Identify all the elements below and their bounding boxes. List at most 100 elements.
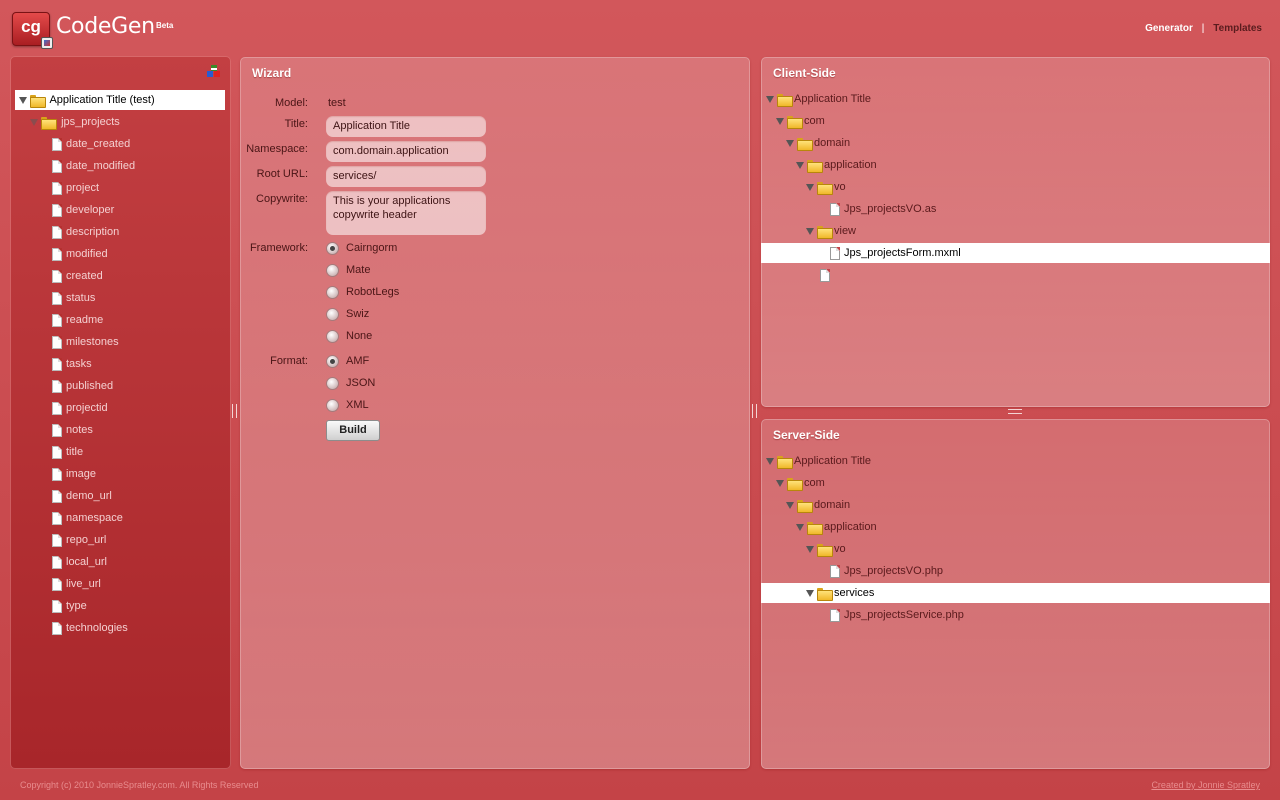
model-field-item[interactable]: milestones [52, 332, 119, 352]
center-resize-handle[interactable] [752, 404, 757, 418]
model-field-item[interactable]: notes [52, 420, 93, 440]
file-icon [52, 269, 62, 283]
radio-selected-icon[interactable] [326, 354, 339, 368]
model-field-item[interactable]: demo_url [52, 486, 112, 506]
expand-arrow-icon[interactable] [786, 139, 794, 147]
framework-option-none[interactable]: None [326, 328, 372, 344]
expand-arrow-icon[interactable] [776, 117, 784, 125]
model-field-item[interactable]: type [52, 596, 87, 616]
client-tree-view[interactable]: view [806, 221, 856, 241]
client-tree-view-file[interactable]: Jps_projectsForm.mxml [761, 243, 1270, 263]
radio-icon[interactable] [326, 307, 339, 321]
client-tree-application[interactable]: application [796, 155, 877, 175]
tree-label: com [804, 477, 825, 489]
tree-label: vo [834, 181, 846, 193]
radio-icon[interactable] [326, 376, 339, 390]
format-option-xml[interactable]: XML [326, 397, 369, 413]
model-field-item[interactable]: created [52, 266, 103, 286]
server-side-title: Server-Side [773, 428, 840, 442]
expand-arrow-icon[interactable] [776, 479, 784, 487]
radio-icon[interactable] [326, 285, 339, 299]
server-tree-root[interactable]: Application Title [766, 451, 871, 471]
add-model-icon[interactable] [207, 65, 221, 79]
server-tree-domain[interactable]: domain [786, 495, 850, 515]
tree-folder-label: jps_projects [61, 116, 120, 128]
folder-icon [817, 543, 833, 557]
format-option-json[interactable]: JSON [326, 375, 375, 391]
model-field-item[interactable]: description [52, 222, 119, 242]
nav-templates[interactable]: Templates [1213, 23, 1262, 34]
right-resize-handle[interactable] [1008, 409, 1022, 414]
file-icon [52, 159, 62, 173]
expand-arrow-icon[interactable] [796, 523, 804, 531]
nav-generator[interactable]: Generator [1145, 23, 1193, 34]
model-field-item[interactable]: local_url [52, 552, 107, 572]
model-field-item[interactable]: namespace [52, 508, 123, 528]
model-field-label: notes [66, 424, 93, 436]
file-icon [52, 313, 62, 327]
model-field-item[interactable]: projectid [52, 398, 108, 418]
framework-option-swiz[interactable]: Swiz [326, 306, 369, 322]
model-field-item[interactable]: technologies [52, 618, 128, 638]
server-tree-services[interactable]: services [761, 583, 1270, 603]
model-field-item[interactable]: date_created [52, 134, 130, 154]
footer-credit-link[interactable]: Created by Jonnie Spratley [1151, 780, 1260, 790]
model-field-item[interactable]: title [52, 442, 83, 462]
root-url-field[interactable]: services/ [326, 166, 486, 187]
title-field[interactable]: Application Title [326, 116, 486, 137]
radio-selected-icon[interactable] [326, 241, 339, 255]
server-tree-vo-file[interactable]: Jps_projectsVO.php [830, 561, 943, 581]
expand-arrow-icon[interactable] [806, 545, 814, 553]
expand-arrow-icon[interactable] [796, 161, 804, 169]
framework-option-robotlegs[interactable]: RobotLegs [326, 284, 399, 300]
client-tree-vo-file[interactable]: Jps_projectsVO.as [830, 199, 936, 219]
copywrite-field[interactable]: This is your applications copywrite head… [326, 191, 486, 235]
model-field-item[interactable]: published [52, 376, 113, 396]
tree-folder-row[interactable]: jps_projects [30, 112, 120, 132]
expand-arrow-icon[interactable] [806, 183, 814, 191]
model-field-item[interactable]: developer [52, 200, 114, 220]
expand-arrow-icon[interactable] [766, 95, 774, 103]
client-tree-vo[interactable]: vo [806, 177, 846, 197]
radio-icon[interactable] [326, 263, 339, 277]
server-tree-vo[interactable]: vo [806, 539, 846, 559]
model-field-item[interactable]: live_url [52, 574, 101, 594]
expand-arrow-icon[interactable] [19, 96, 27, 104]
tree-label: Jps_projectsService.php [844, 609, 964, 621]
framework-option-cairngorm[interactable]: Cairngorm [326, 240, 397, 256]
folder-icon [787, 115, 803, 129]
tree-root-row[interactable]: Application Title (test) [15, 90, 225, 110]
model-field-item[interactable]: image [52, 464, 96, 484]
expand-arrow-icon[interactable] [786, 501, 794, 509]
framework-option-mate[interactable]: Mate [326, 262, 370, 278]
model-field-item[interactable]: status [52, 288, 95, 308]
client-tree-root[interactable]: Application Title [766, 89, 871, 109]
server-tree-application[interactable]: application [796, 517, 877, 537]
expand-arrow-icon[interactable] [30, 118, 38, 126]
model-field-item[interactable]: repo_url [52, 530, 106, 550]
server-tree-com[interactable]: com [776, 473, 825, 493]
radio-icon[interactable] [326, 398, 339, 412]
file-icon [52, 357, 62, 371]
model-field-item[interactable]: project [52, 178, 99, 198]
left-resize-handle[interactable] [232, 404, 237, 418]
expand-arrow-icon[interactable] [806, 589, 814, 597]
build-button[interactable]: Build [326, 420, 380, 441]
framework-option-label: Cairngorm [346, 242, 398, 254]
format-option-amf[interactable]: AMF [326, 353, 369, 369]
server-tree-services-file[interactable]: Jps_projectsService.php [830, 605, 964, 625]
model-field-item[interactable]: tasks [52, 354, 92, 374]
namespace-field[interactable]: com.domain.application [326, 141, 486, 162]
model-field-item[interactable]: modified [52, 244, 108, 264]
client-tree-com[interactable]: com [776, 111, 825, 131]
client-tree-empty-file[interactable] [820, 265, 834, 285]
model-field-item[interactable]: date_modified [52, 156, 135, 176]
app-logo: cg [12, 12, 53, 49]
tree-label: services [834, 587, 875, 599]
radio-icon[interactable] [326, 329, 339, 343]
client-tree-domain[interactable]: domain [786, 133, 850, 153]
model-field-item[interactable]: readme [52, 310, 103, 330]
expand-arrow-icon[interactable] [766, 457, 774, 465]
expand-arrow-icon[interactable] [806, 227, 814, 235]
file-icon [52, 467, 62, 481]
